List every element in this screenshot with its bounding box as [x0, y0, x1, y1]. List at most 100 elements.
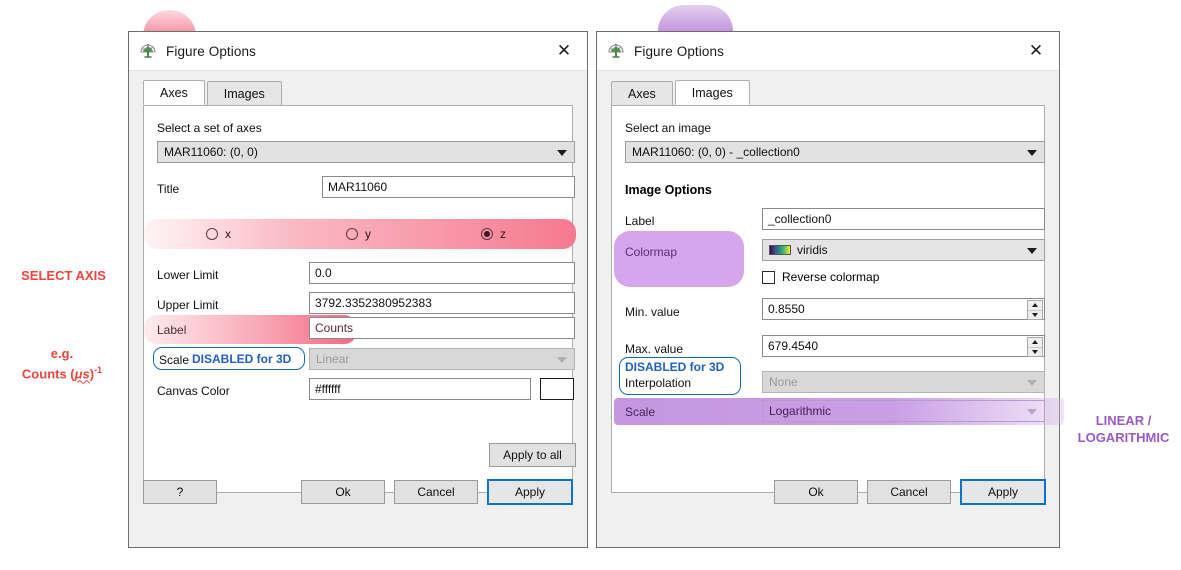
annotation-linear-log-line1: LINEAR /: [1066, 412, 1181, 429]
image-scale-combo: Logarithmic: [762, 400, 1045, 422]
axis-label-label: Label: [157, 323, 186, 337]
ok-button-left-label: Ok: [335, 485, 350, 499]
tab-images-left-label: Images: [224, 87, 265, 101]
close-icon[interactable]: ✕: [1013, 32, 1059, 70]
max-value-input[interactable]: 679.4540: [762, 335, 1045, 357]
min-value-value: 0.8550: [768, 302, 805, 316]
chevron-down-icon: [557, 357, 567, 363]
viridis-colormap-icon: [769, 245, 791, 255]
image-options-header: Image Options: [625, 183, 712, 197]
scale-disabled-note: DISABLED for 3D: [192, 352, 291, 366]
annotation-counts-prefix: Counts (: [22, 366, 75, 381]
max-value-value: 679.4540: [768, 339, 818, 353]
lower-limit-value: 0.0: [315, 266, 332, 280]
image-label-input[interactable]: _collection0: [762, 208, 1045, 230]
image-label-label: Label: [625, 214, 654, 228]
annotation-counts-exponent: -1: [94, 365, 102, 375]
canvas-color-swatch[interactable]: [540, 378, 574, 400]
panel-axes: Select a set of axes MAR11060: (0, 0) Ti…: [143, 105, 573, 493]
matplotlib-icon: [605, 40, 627, 62]
canvas-color-label: Canvas Color: [157, 384, 230, 398]
help-button-left-label: ?: [177, 485, 184, 499]
tab-images-left[interactable]: Images: [207, 81, 282, 105]
canvas-color-input[interactable]: #ffffff: [309, 378, 531, 400]
image-label-value: _collection0: [768, 212, 831, 226]
figure-options-dialog-axes: Figure Options ✕ Axes Images Select a se…: [128, 31, 588, 548]
tab-images-right-label: Images: [692, 86, 733, 100]
apply-to-all-label: Apply to all: [503, 448, 562, 462]
tabstrip-left: Axes Images: [143, 80, 587, 105]
axis-radio-x[interactable]: x: [206, 227, 231, 241]
lower-limit-input[interactable]: 0.0: [309, 262, 575, 284]
min-value-stepper[interactable]: [1027, 300, 1043, 320]
chevron-down-icon: [1027, 380, 1037, 386]
close-icon[interactable]: ✕: [541, 32, 587, 70]
title-field-label: Title: [157, 182, 179, 196]
interpolation-value: None: [769, 375, 798, 389]
apply-button-right[interactable]: Apply: [960, 479, 1046, 505]
radio-icon-y: [346, 228, 358, 240]
tab-axes-right-label: Axes: [628, 87, 656, 101]
min-value-label: Min. value: [625, 305, 680, 319]
annotation-linear-log: LINEAR / LOGARITHMIC: [1066, 412, 1181, 446]
colormap-label: Colormap: [625, 245, 677, 259]
axes-select-combo[interactable]: MAR11060: (0, 0): [157, 141, 575, 163]
tabstrip-right: Axes Images: [611, 80, 1059, 105]
interpolation-disabled-note: DISABLED for 3D: [625, 360, 724, 374]
matplotlib-icon: [137, 40, 159, 62]
apply-button-left[interactable]: Apply: [487, 479, 573, 505]
ok-button-left[interactable]: Ok: [301, 480, 385, 504]
tab-axes-right[interactable]: Axes: [611, 81, 673, 105]
cancel-button-left[interactable]: Cancel: [394, 480, 478, 504]
annotation-counts-line2: Counts (μs)-1: [0, 362, 124, 382]
stepper-down-icon[interactable]: [1028, 311, 1042, 320]
image-select-combo[interactable]: MAR11060: (0, 0) - _collection0: [625, 141, 1045, 163]
axis-radio-z[interactable]: z: [481, 227, 506, 241]
colormap-combo[interactable]: viridis: [762, 239, 1045, 261]
tab-axes-left[interactable]: Axes: [143, 80, 205, 105]
ok-button-right[interactable]: Ok: [774, 480, 858, 504]
scale-combo: Linear: [309, 348, 575, 370]
stepper-up-icon[interactable]: [1028, 338, 1042, 348]
radio-icon-z: [481, 228, 493, 240]
annotation-counts-line1: e.g.: [0, 345, 124, 362]
help-button-left[interactable]: ?: [143, 480, 217, 504]
max-value-stepper[interactable]: [1027, 337, 1043, 357]
scale-combo-value: Linear: [316, 352, 349, 366]
upper-limit-input[interactable]: 3792.3352380952383: [309, 292, 575, 314]
title-field-input[interactable]: MAR11060: [322, 176, 575, 198]
annotation-counts-example: e.g. Counts (μs)-1: [0, 345, 124, 382]
tab-images-right[interactable]: Images: [675, 80, 750, 105]
reverse-colormap-checkbox-row[interactable]: Reverse colormap: [762, 270, 879, 284]
axis-radio-z-label: z: [500, 227, 506, 241]
screenshot-root: Figure Options ✕ Axes Images Select a se…: [0, 0, 1181, 570]
axis-radio-y[interactable]: y: [346, 227, 371, 241]
select-image-label: Select an image: [625, 121, 711, 135]
dialog-title-right: Figure Options: [634, 44, 724, 59]
stepper-up-icon[interactable]: [1028, 301, 1042, 311]
apply-to-all-button[interactable]: Apply to all: [489, 443, 576, 467]
reverse-colormap-label: Reverse colormap: [782, 270, 879, 284]
highlight-colormap-label: [614, 231, 744, 287]
axis-radio-y-label: y: [365, 227, 371, 241]
interpolation-label: Interpolation: [625, 376, 691, 390]
cancel-button-right[interactable]: Cancel: [867, 480, 951, 504]
chevron-down-icon: [1027, 409, 1037, 415]
lower-limit-label: Lower Limit: [157, 268, 218, 282]
stepper-down-icon[interactable]: [1028, 348, 1042, 357]
checkbox-icon[interactable]: [762, 271, 775, 284]
tab-axes-left-label: Axes: [160, 86, 188, 100]
min-value-input[interactable]: 0.8550: [762, 298, 1045, 320]
axis-label-input[interactable]: Counts: [309, 317, 575, 339]
chevron-down-icon: [1027, 150, 1037, 156]
max-value-label: Max. value: [625, 342, 683, 356]
image-scale-value: Logarithmic: [769, 404, 831, 418]
apply-button-left-label: Apply: [515, 485, 545, 499]
axes-select-value: MAR11060: (0, 0): [164, 145, 258, 159]
interpolation-combo: None: [762, 371, 1045, 393]
cancel-button-left-label: Cancel: [417, 485, 454, 499]
colormap-value: viridis: [797, 243, 828, 257]
figure-options-dialog-images: Figure Options ✕ Axes Images Select an i…: [596, 31, 1060, 548]
title-field-value: MAR11060: [328, 180, 387, 194]
chevron-down-icon: [557, 150, 567, 156]
